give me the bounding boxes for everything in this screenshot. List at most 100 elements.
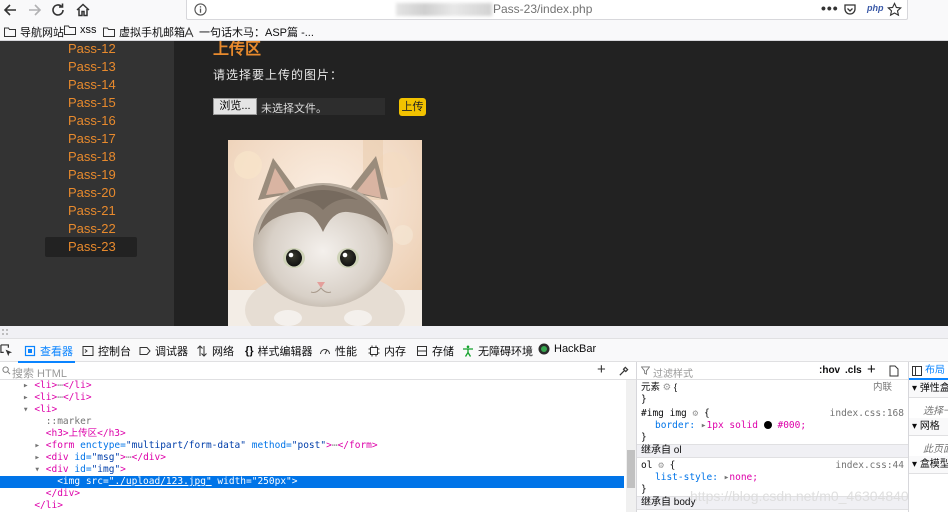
bookmark-label: xss (80, 24, 97, 36)
pocket-icon[interactable] (843, 3, 857, 17)
flexbox-hint: 选择一 (923, 406, 948, 417)
url-bar[interactable]: Pass-23/index.php ••• php (186, 0, 908, 20)
markup-line-li-open[interactable]: ▾ <li> (0, 404, 624, 416)
console-icon (82, 346, 94, 356)
sidebar-item-pass-18[interactable]: Pass-18 (68, 149, 116, 164)
grid-section-header[interactable]: ▾ 网格 (909, 418, 948, 436)
uploaded-kitten-image (228, 140, 422, 326)
eyedropper-icon[interactable] (618, 366, 629, 377)
tab-memory[interactable]: 内存 (368, 343, 406, 359)
cls-toggle[interactable]: .cls (845, 365, 862, 376)
markup-search-input[interactable]: 搜索 HTML (12, 365, 67, 381)
markup-line-div-msg[interactable]: ▸ <div id="msg">⋯</div> (0, 452, 624, 464)
sidebar-item-pass-15[interactable]: Pass-15 (68, 95, 116, 110)
tab-network[interactable]: 网络 (196, 343, 234, 359)
tab-hackbar[interactable]: HackBar (538, 343, 596, 355)
bookmark-folder-nav[interactable]: 导航网站 (4, 24, 64, 40)
markup-line-li-collapsed[interactable]: ▸ <li>⋯</li> (0, 392, 624, 404)
rule2-declaration[interactable]: list-style: ▸none; (655, 472, 758, 484)
sidebar-item-pass-19[interactable]: Pass-19 (68, 167, 116, 182)
sidebar-item-pass-21[interactable]: Pass-21 (68, 203, 116, 218)
markup-line-li-close[interactable]: </li> (0, 500, 624, 512)
sidebar-item-pass-14[interactable]: Pass-14 (68, 77, 116, 92)
url-redacted-host (396, 3, 492, 16)
markup-line-form[interactable]: ▸ <form enctype="multipart/form-data" me… (0, 440, 624, 452)
filter-icon (641, 366, 650, 375)
devtools-tabbar: 查看器 控制台 调试器 网络 {} 样式编辑器 性能 内存 存储 无障碍环境 H… (0, 338, 948, 363)
tab-label: 查看器 (40, 346, 73, 358)
bookmark-folder-phone-mail[interactable]: 虚拟手机邮箱 (103, 24, 185, 40)
add-node-icon[interactable]: + (597, 361, 606, 378)
folder-icon (4, 27, 16, 37)
folder-icon (103, 27, 115, 37)
upload-button[interactable]: 上传 (399, 98, 426, 116)
sidebar-item-pass-17[interactable]: Pass-17 (68, 131, 116, 146)
storage-icon (417, 346, 427, 356)
tab-style-editor[interactable]: {} 样式编辑器 (245, 343, 313, 359)
hackbar-icon (538, 343, 550, 355)
markup-line-marker[interactable]: ::marker (0, 416, 624, 428)
rules-filter-bar: 过滤样式 :hov .cls + (637, 361, 909, 380)
markup-view: ▸ <li>⋯</li> ▸ <li>⋯</li> ▾ <li> ::marke… (0, 380, 624, 512)
sidebar-item-pass-20[interactable]: Pass-20 (68, 185, 116, 200)
sidebar-item-pass-16[interactable]: Pass-16 (68, 113, 116, 128)
rule2-source-link[interactable]: index.css:44 (835, 460, 904, 472)
grip-icon (2, 329, 8, 335)
tab-debugger[interactable]: 调试器 (139, 343, 188, 359)
file-input[interactable]: 浏览... 未选择文件。 (213, 98, 385, 115)
network-icon (197, 345, 207, 357)
more-dots-icon[interactable]: ••• (821, 0, 839, 16)
sidebar-item-pass-22[interactable]: Pass-22 (68, 221, 116, 236)
rule1-declaration[interactable]: border: ▸1px solid #000; (655, 420, 806, 432)
devtools-splitter[interactable] (0, 326, 948, 338)
collapse-triangle-icon: ▾ (912, 421, 918, 432)
pick-element-icon[interactable] (0, 344, 13, 357)
color-swatch-icon[interactable] (763, 421, 772, 429)
tab-console[interactable]: 控制台 (82, 343, 131, 359)
php-icon[interactable]: php (867, 3, 884, 13)
sidebar-item-pass-12[interactable]: Pass-12 (68, 41, 116, 56)
bookmark-asp-trojan[interactable]: 一句话木马：ASP篇 -... (183, 24, 314, 40)
star-icon[interactable] (887, 2, 902, 17)
rule2-selector[interactable]: ol ⚙ { (641, 460, 675, 472)
markup-line-h3[interactable]: <h3>上传区</h3> (0, 428, 624, 440)
scrollbar-thumb[interactable] (627, 450, 635, 488)
markup-scrollbar[interactable] (626, 380, 636, 512)
sidebar-item-pass-13[interactable]: Pass-13 (68, 59, 116, 74)
bookmark-label: 一句话木马：ASP篇 -... (199, 27, 314, 39)
print-media-icon[interactable] (889, 365, 899, 377)
memory-icon (368, 345, 380, 357)
rule1-selector[interactable]: #img img ⚙ { (641, 408, 710, 420)
element-rule-label: 元素 ⚙ { (641, 382, 678, 393)
back-button[interactable] (2, 1, 20, 19)
devtools-panel: 查看器 控制台 调试器 网络 {} 样式编辑器 性能 内存 存储 无障碍环境 H… (0, 326, 948, 512)
browse-button[interactable]: 浏览... (213, 98, 257, 115)
flexbox-section-header[interactable]: ▾ 弹性盒 (909, 380, 948, 398)
upload-prompt: 请选择要上传的图片： (213, 68, 344, 82)
tab-storage[interactable]: 存储 (416, 343, 454, 359)
filter-styles-input[interactable]: 过滤样式 (653, 365, 693, 380)
bookmark-folder-xss[interactable]: xss (64, 24, 97, 36)
sidebar-item-pass-23[interactable]: Pass-23 (68, 239, 116, 254)
tab-label: 性能 (335, 346, 357, 358)
markup-line-div-close[interactable]: </div> (0, 488, 624, 500)
reload-button[interactable] (49, 1, 67, 19)
tab-label: 存储 (432, 346, 454, 358)
markup-line-li-collapsed[interactable]: ▸ <li>⋯</li> (0, 380, 624, 392)
tab-label: 无障碍环境 (478, 346, 533, 358)
markup-line-div-img[interactable]: ▾ <div id="img"> (0, 464, 624, 476)
home-button[interactable] (74, 1, 92, 19)
hov-toggle[interactable]: :hov (819, 365, 840, 376)
inline-label: 内联 (873, 382, 893, 393)
add-rule-icon[interactable]: + (867, 361, 876, 378)
tab-accessibility[interactable]: 无障碍环境 (462, 343, 533, 359)
layout-tab[interactable]: 布局 (909, 362, 948, 380)
rule1-source-link[interactable]: index.css:168 (830, 408, 904, 420)
tab-label: 调试器 (155, 346, 188, 358)
tab-inspector[interactable]: 查看器 (24, 343, 73, 359)
tab-performance[interactable]: 性能 (319, 343, 357, 359)
markup-line-img-selected[interactable]: <img src="./upload/123.jpg" width="250px… (0, 476, 624, 488)
box-model-section-header[interactable]: ▾ 盒模型 (909, 456, 948, 474)
sidebar-toggle-icon[interactable] (912, 366, 922, 376)
forward-button[interactable] (25, 1, 43, 19)
